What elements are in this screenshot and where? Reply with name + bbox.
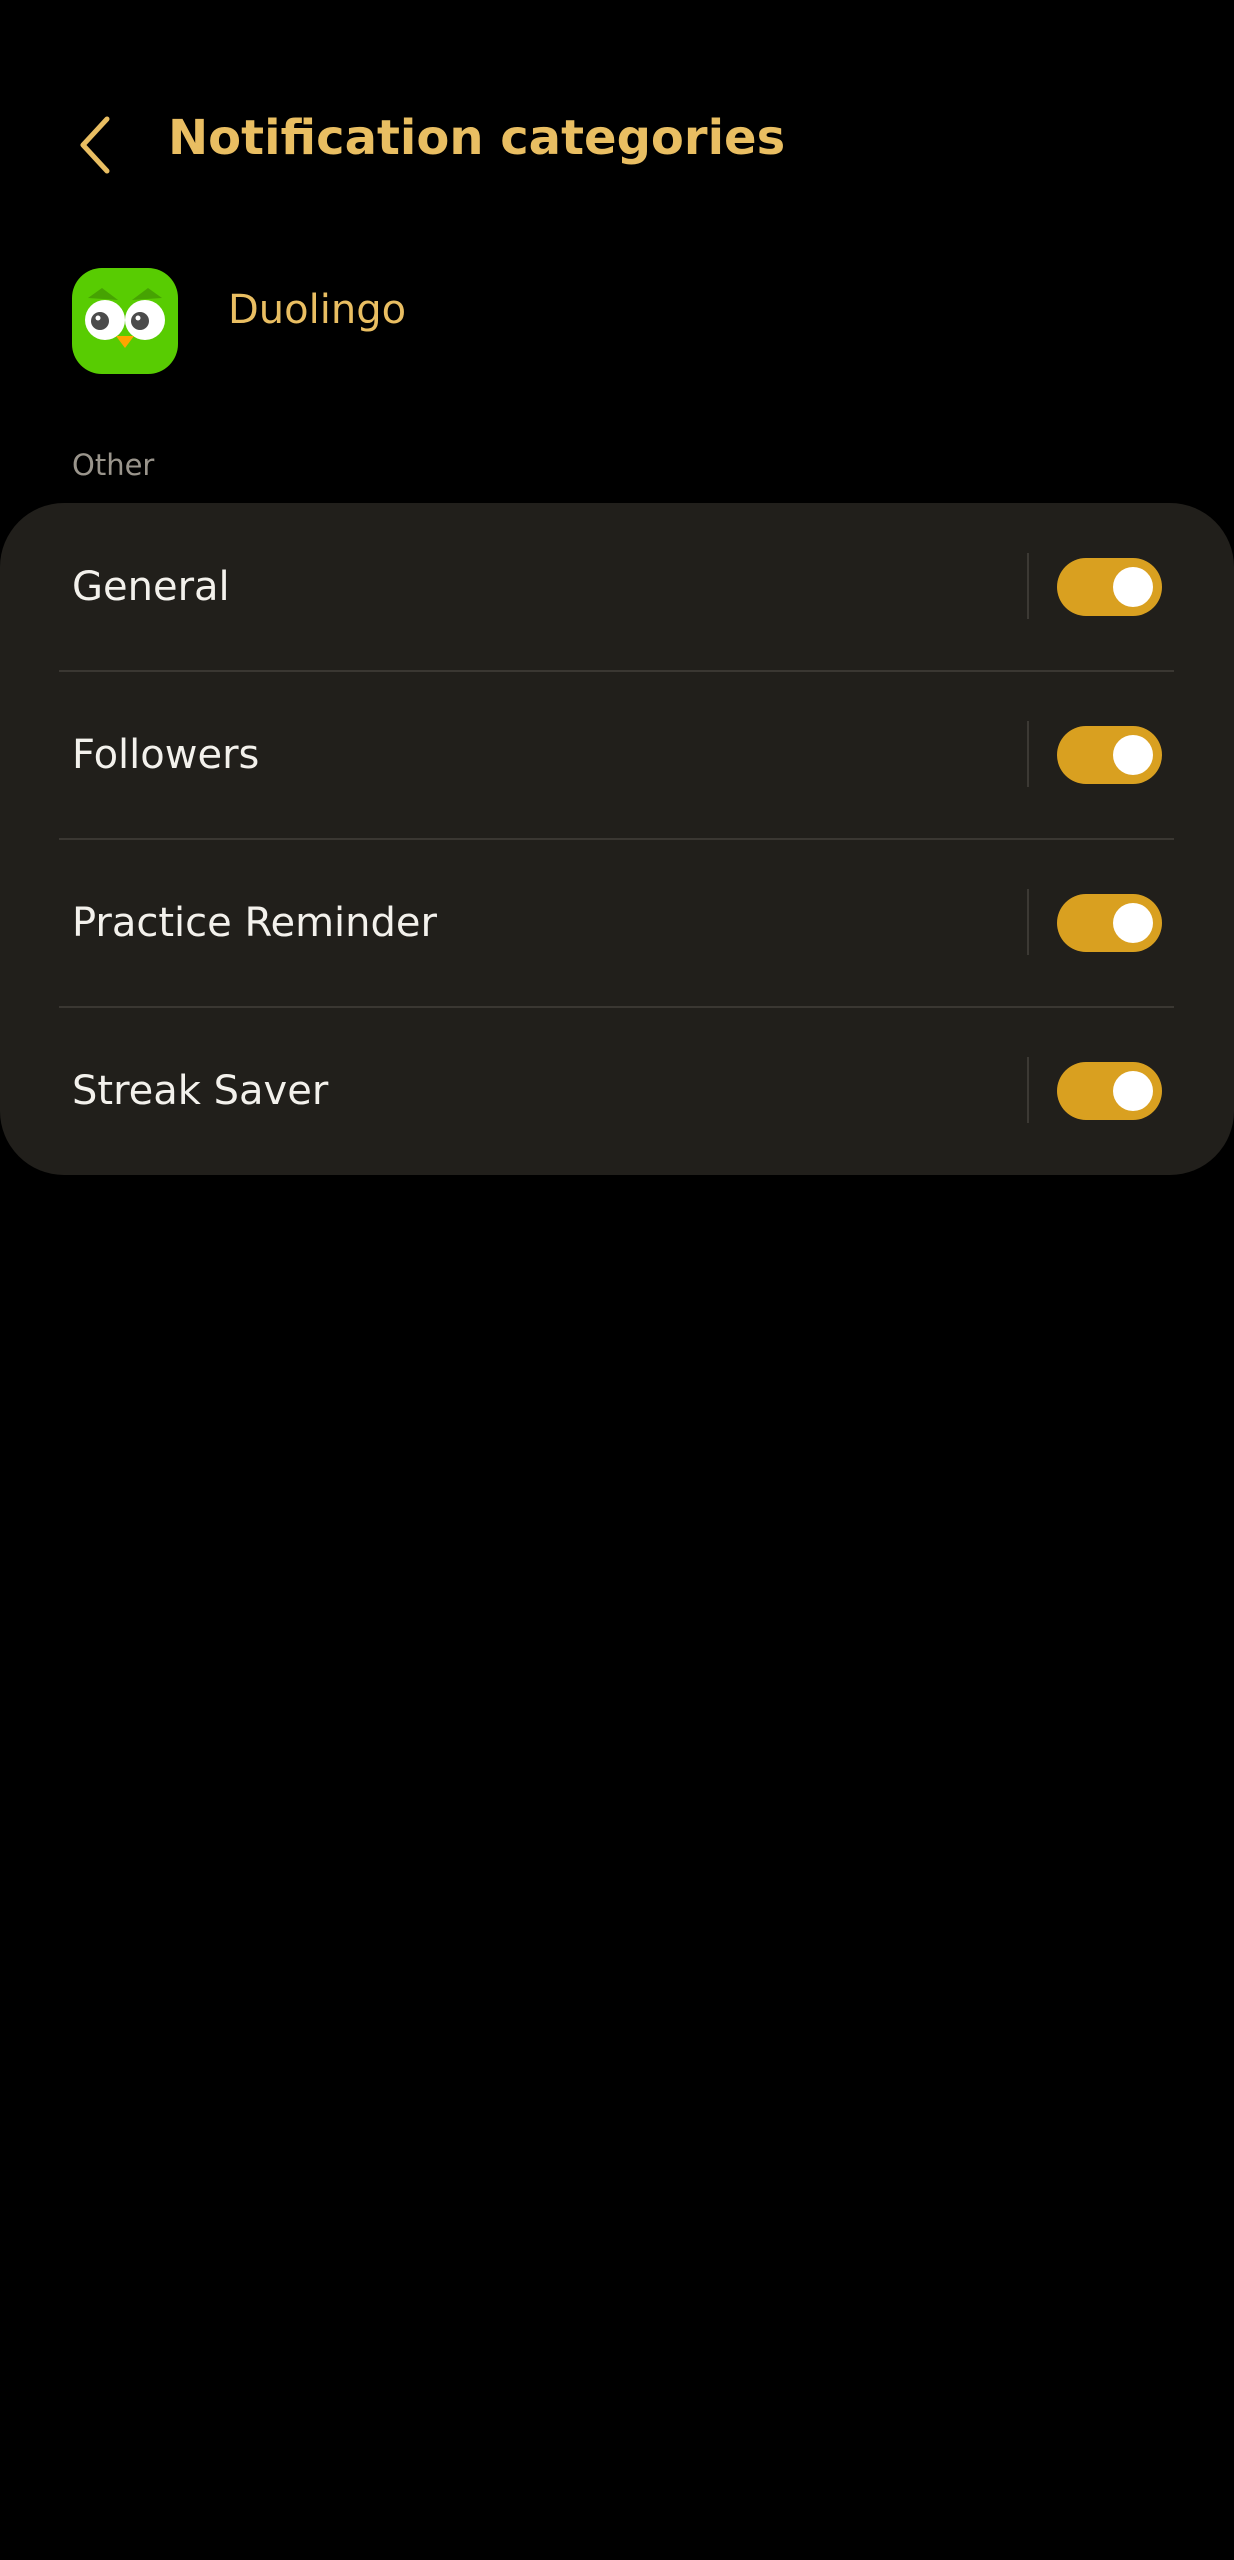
chevron-left-icon [80,116,110,174]
categories-card: General Followers Practice Reminder Stre… [0,503,1234,1175]
row-separator [1027,721,1029,787]
toggle-knob [1113,735,1153,775]
duolingo-owl-icon [72,268,178,374]
streak-saver-toggle[interactable] [1057,1062,1162,1120]
category-label: Streak Saver [72,1068,329,1114]
back-button[interactable] [55,95,135,195]
category-row-general[interactable]: General [0,503,1234,671]
category-row-streak-saver[interactable]: Streak Saver [0,1007,1234,1175]
category-row-followers[interactable]: Followers [0,671,1234,839]
app-info: Duolingo [72,268,1162,378]
toggle-knob [1113,903,1153,943]
row-separator [1027,1057,1029,1123]
category-label: Practice Reminder [72,900,437,946]
app-name: Duolingo [228,287,407,333]
category-label: General [72,564,230,610]
practice-reminder-toggle[interactable] [1057,894,1162,952]
general-toggle[interactable] [1057,558,1162,616]
row-separator [1027,553,1029,619]
page-title: Notification categories [168,110,786,166]
header: Notification categories [0,0,1234,290]
followers-toggle[interactable] [1057,726,1162,784]
category-label: Followers [72,732,260,778]
toggle-knob [1113,567,1153,607]
section-label: Other [72,448,155,482]
category-row-practice-reminder[interactable]: Practice Reminder [0,839,1234,1007]
row-separator [1027,889,1029,955]
toggle-knob [1113,1071,1153,1111]
